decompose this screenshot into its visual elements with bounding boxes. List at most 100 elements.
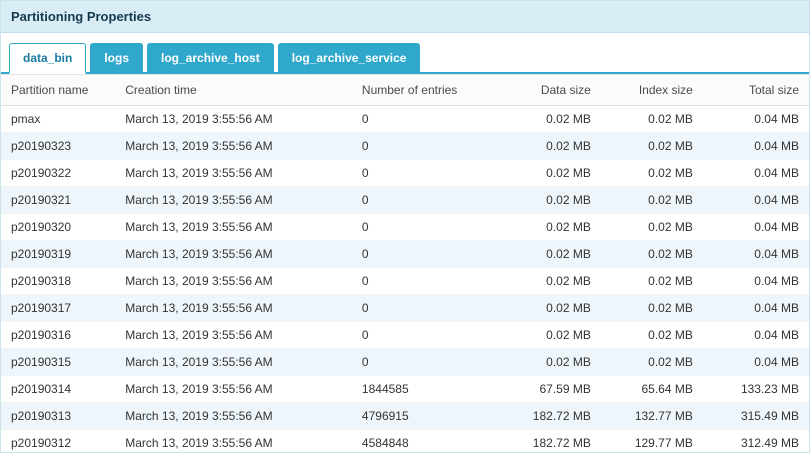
table-row[interactable]: p20190321March 13, 2019 3:55:56 AM00.02 …	[1, 187, 809, 214]
cell-index-size: 0.02 MB	[601, 187, 703, 214]
table-row[interactable]: p20190323March 13, 2019 3:55:56 AM00.02 …	[1, 133, 809, 160]
cell-total-size: 0.04 MB	[703, 322, 809, 349]
cell-creation-time: March 13, 2019 3:55:56 AM	[115, 160, 352, 187]
cell-creation-time: March 13, 2019 3:55:56 AM	[115, 349, 352, 376]
cell-index-size: 0.02 MB	[601, 133, 703, 160]
cell-total-size: 0.04 MB	[703, 268, 809, 295]
cell-number-of-entries: 4584848	[352, 430, 495, 453]
cell-creation-time: March 13, 2019 3:55:56 AM	[115, 376, 352, 403]
cell-number-of-entries: 4796915	[352, 403, 495, 430]
cell-creation-time: March 13, 2019 3:55:56 AM	[115, 268, 352, 295]
table-row[interactable]: pmaxMarch 13, 2019 3:55:56 AM00.02 MB0.0…	[1, 106, 809, 133]
cell-data-size: 67.59 MB	[495, 376, 601, 403]
cell-total-size: 0.04 MB	[703, 160, 809, 187]
cell-total-size: 0.04 MB	[703, 214, 809, 241]
cell-number-of-entries: 0	[352, 241, 495, 268]
cell-data-size: 0.02 MB	[495, 187, 601, 214]
tab-logs[interactable]: logs	[90, 43, 143, 72]
cell-number-of-entries: 0	[352, 133, 495, 160]
cell-creation-time: March 13, 2019 3:55:56 AM	[115, 322, 352, 349]
cell-total-size: 133.23 MB	[703, 376, 809, 403]
table-row[interactable]: p20190313March 13, 2019 3:55:56 AM479691…	[1, 403, 809, 430]
tab-data_bin[interactable]: data_bin	[9, 43, 86, 74]
cell-creation-time: March 13, 2019 3:55:56 AM	[115, 403, 352, 430]
cell-total-size: 0.04 MB	[703, 295, 809, 322]
cell-total-size: 0.04 MB	[703, 106, 809, 133]
cell-partition-name: p20190317	[1, 295, 115, 322]
cell-data-size: 0.02 MB	[495, 322, 601, 349]
column-header-creation-time[interactable]: Creation time	[115, 75, 352, 106]
cell-number-of-entries: 0	[352, 160, 495, 187]
cell-index-size: 0.02 MB	[601, 241, 703, 268]
cell-creation-time: March 13, 2019 3:55:56 AM	[115, 295, 352, 322]
cell-partition-name: p20190320	[1, 214, 115, 241]
table-body: pmaxMarch 13, 2019 3:55:56 AM00.02 MB0.0…	[1, 106, 809, 453]
cell-number-of-entries: 0	[352, 295, 495, 322]
cell-data-size: 0.02 MB	[495, 160, 601, 187]
cell-data-size: 0.02 MB	[495, 349, 601, 376]
column-header-number-of-entries[interactable]: Number of entries	[352, 75, 495, 106]
cell-index-size: 0.02 MB	[601, 322, 703, 349]
cell-data-size: 0.02 MB	[495, 106, 601, 133]
cell-data-size: 0.02 MB	[495, 241, 601, 268]
cell-partition-name: p20190319	[1, 241, 115, 268]
table-row[interactable]: p20190312March 13, 2019 3:55:56 AM458484…	[1, 430, 809, 453]
cell-total-size: 0.04 MB	[703, 241, 809, 268]
cell-number-of-entries: 1844585	[352, 376, 495, 403]
partitioning-properties-panel: Partitioning Properties data_binlogslog_…	[0, 0, 810, 453]
cell-partition-name: p20190322	[1, 160, 115, 187]
cell-partition-name: p20190313	[1, 403, 115, 430]
table-row[interactable]: p20190314March 13, 2019 3:55:56 AM184458…	[1, 376, 809, 403]
partitions-table-container: Partition nameCreation timeNumber of ent…	[1, 74, 809, 452]
column-header-index-size[interactable]: Index size	[601, 75, 703, 106]
column-header-total-size[interactable]: Total size	[703, 75, 809, 106]
cell-data-size: 0.02 MB	[495, 268, 601, 295]
cell-index-size: 129.77 MB	[601, 430, 703, 453]
cell-index-size: 132.77 MB	[601, 403, 703, 430]
cell-number-of-entries: 0	[352, 187, 495, 214]
table-row[interactable]: p20190320March 13, 2019 3:55:56 AM00.02 …	[1, 214, 809, 241]
column-header-partition-name[interactable]: Partition name	[1, 75, 115, 106]
cell-total-size: 0.04 MB	[703, 187, 809, 214]
cell-index-size: 0.02 MB	[601, 160, 703, 187]
cell-partition-name: p20190321	[1, 187, 115, 214]
panel-title: Partitioning Properties	[1, 1, 809, 33]
table-row[interactable]: p20190317March 13, 2019 3:55:56 AM00.02 …	[1, 295, 809, 322]
cell-index-size: 65.64 MB	[601, 376, 703, 403]
cell-partition-name: pmax	[1, 106, 115, 133]
cell-partition-name: p20190312	[1, 430, 115, 453]
cell-index-size: 0.02 MB	[601, 268, 703, 295]
cell-index-size: 0.02 MB	[601, 349, 703, 376]
cell-data-size: 182.72 MB	[495, 403, 601, 430]
cell-partition-name: p20190314	[1, 376, 115, 403]
cell-creation-time: March 13, 2019 3:55:56 AM	[115, 241, 352, 268]
cell-partition-name: p20190316	[1, 322, 115, 349]
table-row[interactable]: p20190322March 13, 2019 3:55:56 AM00.02 …	[1, 160, 809, 187]
cell-creation-time: March 13, 2019 3:55:56 AM	[115, 187, 352, 214]
cell-total-size: 0.04 MB	[703, 133, 809, 160]
cell-data-size: 182.72 MB	[495, 430, 601, 453]
cell-number-of-entries: 0	[352, 268, 495, 295]
cell-partition-name: p20190323	[1, 133, 115, 160]
cell-creation-time: March 13, 2019 3:55:56 AM	[115, 430, 352, 453]
table-header-row: Partition nameCreation timeNumber of ent…	[1, 75, 809, 106]
cell-total-size: 315.49 MB	[703, 403, 809, 430]
cell-creation-time: March 13, 2019 3:55:56 AM	[115, 106, 352, 133]
column-header-data-size[interactable]: Data size	[495, 75, 601, 106]
tabs-bar: data_binlogslog_archive_hostlog_archive_…	[1, 33, 809, 74]
cell-index-size: 0.02 MB	[601, 106, 703, 133]
cell-data-size: 0.02 MB	[495, 295, 601, 322]
cell-total-size: 312.49 MB	[703, 430, 809, 453]
cell-creation-time: March 13, 2019 3:55:56 AM	[115, 133, 352, 160]
table-row[interactable]: p20190315March 13, 2019 3:55:56 AM00.02 …	[1, 349, 809, 376]
cell-creation-time: March 13, 2019 3:55:56 AM	[115, 214, 352, 241]
cell-data-size: 0.02 MB	[495, 133, 601, 160]
cell-total-size: 0.04 MB	[703, 349, 809, 376]
tab-log_archive_service[interactable]: log_archive_service	[278, 43, 421, 72]
table-row[interactable]: p20190318March 13, 2019 3:55:56 AM00.02 …	[1, 268, 809, 295]
table-row[interactable]: p20190319March 13, 2019 3:55:56 AM00.02 …	[1, 241, 809, 268]
cell-data-size: 0.02 MB	[495, 214, 601, 241]
tab-log_archive_host[interactable]: log_archive_host	[147, 43, 274, 72]
table-row[interactable]: p20190316March 13, 2019 3:55:56 AM00.02 …	[1, 322, 809, 349]
cell-number-of-entries: 0	[352, 322, 495, 349]
